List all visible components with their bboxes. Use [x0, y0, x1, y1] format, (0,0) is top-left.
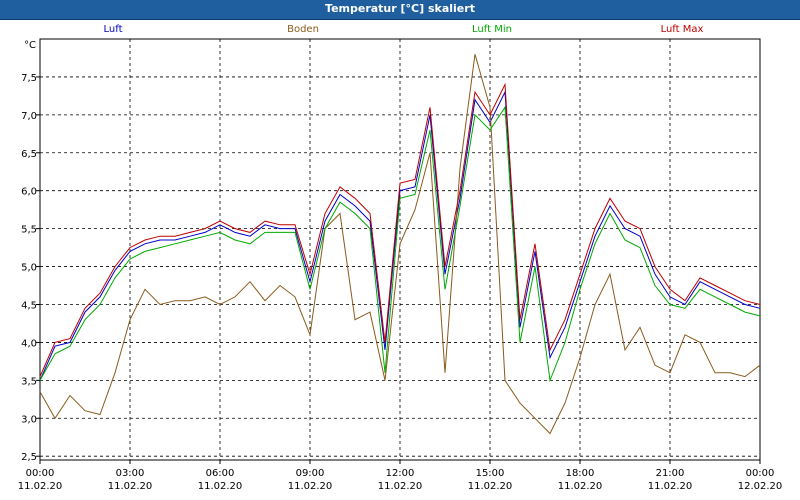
y-tick-label: 3,0: [21, 414, 37, 425]
y-axis-label: °C: [24, 40, 36, 51]
x-tick-time: 18:00: [566, 468, 595, 479]
x-tick-time: 12:00: [386, 468, 415, 479]
x-tick-date: 11.02.20: [108, 481, 153, 492]
temperature-chart: 2,5 3,0 3,5 4,0 4,5 5,0 5,5 6,0 6,5 7,0 7,5 °C 00:00…: [18, 38, 783, 492]
x-tick-date: 11.02.20: [468, 481, 513, 492]
x-tick-date: 11.02.20: [558, 481, 603, 492]
y-tick-label: 5,5: [21, 225, 37, 236]
y-tick-label: 3,5: [21, 376, 37, 387]
x-tick-time: 03:00: [116, 468, 145, 479]
x-tick-date: 11.02.20: [648, 481, 693, 492]
y-tick-label: 4,5: [21, 300, 37, 311]
y-tick-label: 6,0: [21, 187, 37, 198]
y-tick-label: 5,0: [21, 263, 37, 274]
y-tick-label: 6,5: [21, 149, 37, 160]
x-tick-time: 15:00: [476, 468, 505, 479]
window-titlebar: Temperatur [°C] skaliert: [0, 0, 800, 20]
x-tick-date: 12.02.20: [738, 481, 783, 492]
x-tick-time: 00:00: [746, 468, 775, 479]
y-tick-label: 7,5: [21, 73, 37, 84]
x-tick-date: 11.02.20: [18, 481, 63, 492]
window-title: Temperatur [°C] skaliert: [325, 2, 475, 15]
x-tick-time: 00:00: [26, 468, 55, 479]
y-tick-label: 7,0: [21, 111, 37, 122]
y-tick-label: 2,5: [21, 452, 37, 463]
x-tick-time: 09:00: [296, 468, 325, 479]
x-tick-date: 11.02.20: [288, 481, 333, 492]
x-tick-date: 11.02.20: [378, 481, 423, 492]
y-tick-label: 4,0: [21, 338, 37, 349]
x-tick-date: 11.02.20: [198, 481, 243, 492]
x-tick-time: 21:00: [656, 468, 685, 479]
x-tick-time: 06:00: [206, 468, 235, 479]
